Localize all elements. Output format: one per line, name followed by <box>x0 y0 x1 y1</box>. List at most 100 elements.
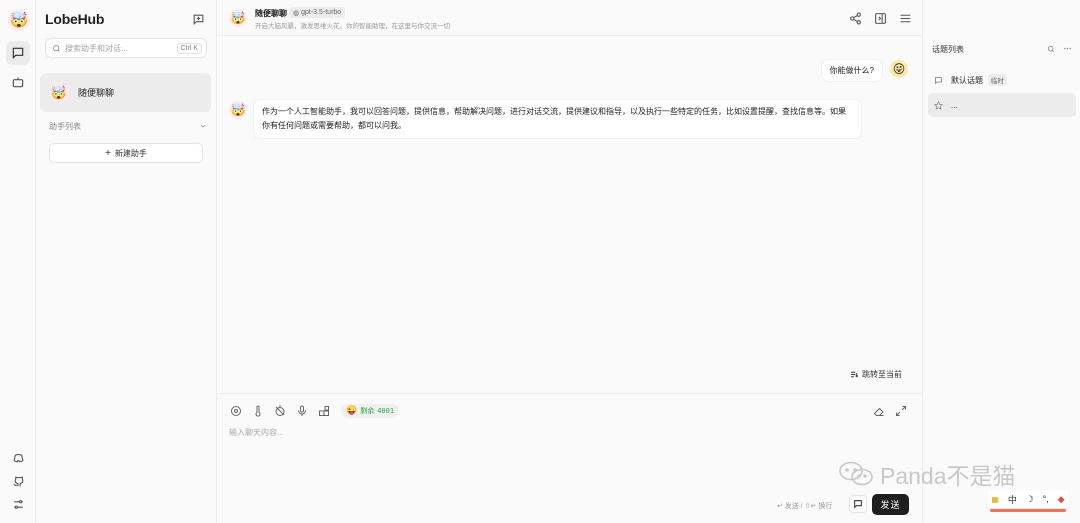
robot-icon <box>12 77 24 88</box>
topic-label: ... <box>951 100 958 110</box>
agent-description: 开启大脑风暴，激发思维火花。你的智能助理，在这里与你交流一切 <box>255 23 450 30</box>
history-limit-button[interactable] <box>273 404 287 418</box>
more-horizontal-icon <box>1064 47 1071 50</box>
header-actions <box>847 10 922 26</box>
jump-to-latest-button[interactable]: 跳转至当前 <box>850 369 902 380</box>
topics-panel: 话题列表 默认话题 临时 ... <box>922 0 1080 523</box>
wechat-icon <box>839 461 873 486</box>
topic-search-button[interactable] <box>1047 44 1055 53</box>
model-name: gpt-3.5-turbo <box>301 9 342 16</box>
send-hint: ↵ 发送 / ⇧↵ 换行 <box>777 503 833 510</box>
ime-punct-icon[interactable]: °, <box>1043 494 1049 504</box>
github-button[interactable] <box>6 469 30 493</box>
chat-header: 🤯 随便聊聊 ◍ gpt-3.5-turbo 开启大脑风暴，激发思维火花。你的智… <box>217 0 922 36</box>
user-message: 你能做什么? <box>821 60 882 81</box>
timer-off-icon <box>275 405 285 416</box>
search-input[interactable] <box>65 43 177 53</box>
token-face-icon: 😜 <box>346 406 358 416</box>
clear-button[interactable] <box>872 404 886 418</box>
brain-icon <box>231 406 241 416</box>
chat-main: 🤯 随便聊聊 ◍ gpt-3.5-turbo 开启大脑风暴，激发思维火花。你的智… <box>217 0 922 523</box>
composer-tools: 😜 剩余 4001 <box>229 404 400 418</box>
token-label: 剩余 <box>360 408 375 415</box>
nav-rail: 🤯 <box>0 0 36 523</box>
share-icon <box>849 12 861 24</box>
menu-icon <box>900 14 910 22</box>
expand-button[interactable] <box>894 404 908 418</box>
composer-right-tools <box>864 404 908 418</box>
search-icon <box>1047 45 1054 52</box>
maximize-icon <box>896 406 906 416</box>
ime-skin-icon[interactable]: ◆ <box>1058 494 1065 505</box>
ime-toolbar[interactable]: ▦ 中 ☽ °, ◆ <box>987 490 1069 508</box>
menu-button[interactable] <box>897 10 913 26</box>
send-options-button[interactable] <box>849 495 867 513</box>
message-icon <box>935 76 942 84</box>
session-item[interactable]: 🤯 随便聊聊 <box>40 73 211 112</box>
discord-icon <box>13 453 23 462</box>
github-icon <box>13 476 23 486</box>
send-button[interactable]: 发送 <box>872 494 909 515</box>
topic-item[interactable]: ... <box>928 93 1076 117</box>
model-switch-button[interactable] <box>229 404 243 418</box>
eraser-icon <box>873 407 884 416</box>
star-icon[interactable] <box>934 100 943 110</box>
temperature-button[interactable] <box>251 404 265 418</box>
session-avatar: 🤯 <box>49 82 69 103</box>
agent-avatar[interactable]: 🤯 <box>229 9 247 27</box>
list-down-icon <box>851 371 859 378</box>
microphone-icon <box>298 405 306 416</box>
globe-icon: ◍ <box>293 9 300 17</box>
watermark: Panda不是猫 <box>838 457 1016 491</box>
chat-nav-button[interactable] <box>6 41 30 65</box>
session-name: 随便聊聊 <box>78 88 115 98</box>
topics-title: 话题列表 <box>932 45 964 54</box>
topic-item-default[interactable]: 默认话题 临时 <box>928 68 1076 92</box>
temp-badge: 临时 <box>988 74 1007 86</box>
topics-actions <box>1039 44 1072 53</box>
plugin-button[interactable] <box>317 404 331 418</box>
ime-lang[interactable]: 中 <box>1008 493 1017 506</box>
search-shortcut: Ctrl K <box>176 42 202 54</box>
ime-moon-icon[interactable]: ☽ <box>1026 494 1034 505</box>
chat-bubble-icon <box>12 47 24 60</box>
watermark-text: Panda不是猫 <box>880 463 1016 489</box>
thermometer-icon <box>255 405 261 417</box>
assistant-list-header[interactable]: 助手列表 <box>49 120 207 132</box>
share-button[interactable] <box>847 10 863 26</box>
add-assistant-label: 新建助手 <box>114 148 147 158</box>
add-assistant-button[interactable]: + 新建助手 <box>49 143 203 163</box>
search-icon <box>53 44 60 52</box>
settings-button[interactable] <box>6 492 30 516</box>
user-avatar[interactable]: 🤯 <box>8 9 30 31</box>
brand-logo: LobeHub <box>45 11 105 27</box>
message-square-icon <box>854 500 862 509</box>
search-box: Ctrl K <box>45 38 207 58</box>
topic-more-button[interactable] <box>1063 44 1072 53</box>
model-tag[interactable]: ◍ gpt-3.5-turbo <box>289 7 346 18</box>
token-counter[interactable]: 😜 剩余 4001 <box>341 404 400 418</box>
user-message-avatar: 😜 <box>890 60 908 78</box>
new-chat-button[interactable] <box>189 10 207 28</box>
chat-input[interactable] <box>229 427 909 487</box>
session-sidebar: LobeHub Ctrl K 🤯 随便聊聊 助手列表 + 新建助手 <box>36 0 217 523</box>
toggle-panel-button[interactable] <box>872 10 888 26</box>
token-value: 4001 <box>377 407 395 415</box>
sliders-icon <box>13 499 23 509</box>
ime-underline <box>990 509 1066 512</box>
message-plus-icon <box>193 14 203 25</box>
assistant-message-avatar: 🤯 <box>229 101 247 119</box>
chevron-down-icon <box>200 124 206 128</box>
discord-button[interactable] <box>6 446 30 470</box>
blocks-icon <box>319 406 329 416</box>
plus-icon: + <box>105 147 111 159</box>
topic-label: 默认话题 <box>951 75 983 85</box>
ime-grid-icon[interactable]: ▦ <box>991 495 999 504</box>
section-title: 助手列表 <box>49 121 81 131</box>
agent-title: 随便聊聊 <box>255 9 287 18</box>
voice-input-button[interactable] <box>295 404 309 418</box>
jump-label: 跳转至当前 <box>862 370 902 379</box>
panel-right-icon <box>874 12 886 24</box>
composer: 😜 剩余 4001 ↵ 发送 / ⇧↵ 换行 发送 <box>217 393 922 523</box>
market-nav-button[interactable] <box>6 70 30 94</box>
